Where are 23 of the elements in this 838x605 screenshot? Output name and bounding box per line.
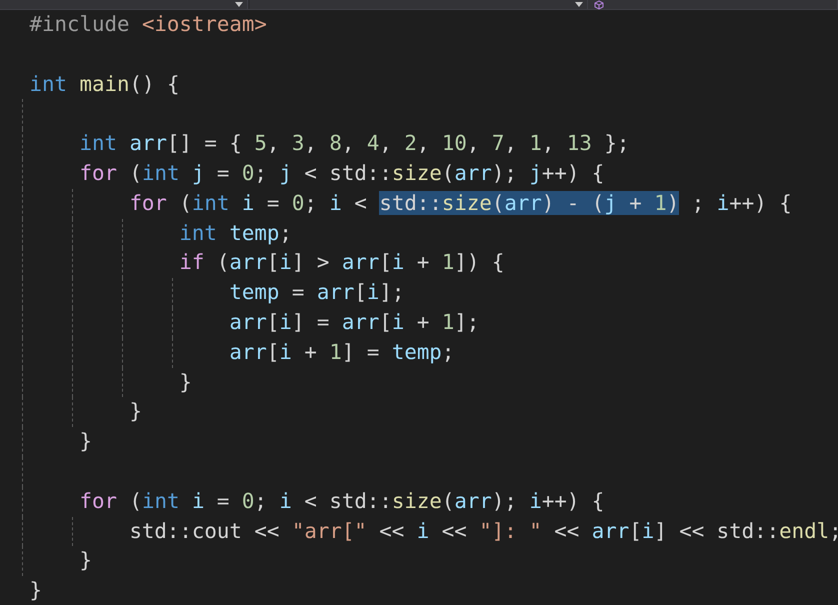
- code-line: for (int i = 0; i < std::size(arr); i++) {: [78, 488, 604, 513]
- scope-dropdown[interactable]: [588, 0, 838, 9]
- cube-icon: [594, 0, 604, 10]
- code-line: std::cout << "arr[" << i << "]: " << arr[i] << std::endl;: [128, 518, 838, 543]
- code-line: int temp;: [178, 220, 292, 245]
- code-line: for (int j = 0; j < std::size(arr); j++) {: [78, 160, 604, 185]
- scope-dropdown[interactable]: [250, 0, 588, 9]
- scope-dropdown[interactable]: [0, 0, 248, 9]
- code-line: }: [178, 370, 192, 394]
- code-line: if (arr[i] > arr[i + 1]) {: [178, 250, 504, 274]
- code-line: #include <iostream>: [30, 12, 267, 36]
- code-line: }: [78, 548, 92, 572]
- code-line: int arr[] = { 5, 3, 8, 4, 2, 10, 7, 1, 13 };: [78, 131, 630, 156]
- caret-icon: [575, 2, 583, 7]
- code-line: arr[i + 1] = temp;: [228, 340, 454, 364]
- caret-icon: [235, 2, 243, 7]
- code-line: for (int i = 0; i < std::size(arr) - (j + 1) ; i++) {: [128, 190, 792, 215]
- code-line: temp = arr[i];: [228, 280, 404, 304]
- code-line: }: [78, 429, 92, 454]
- code-line: }: [128, 399, 142, 424]
- code-line: }: [30, 578, 42, 602]
- code-line: arr[i] = arr[i + 1];: [228, 310, 480, 334]
- code-line: int main() {: [30, 72, 180, 96]
